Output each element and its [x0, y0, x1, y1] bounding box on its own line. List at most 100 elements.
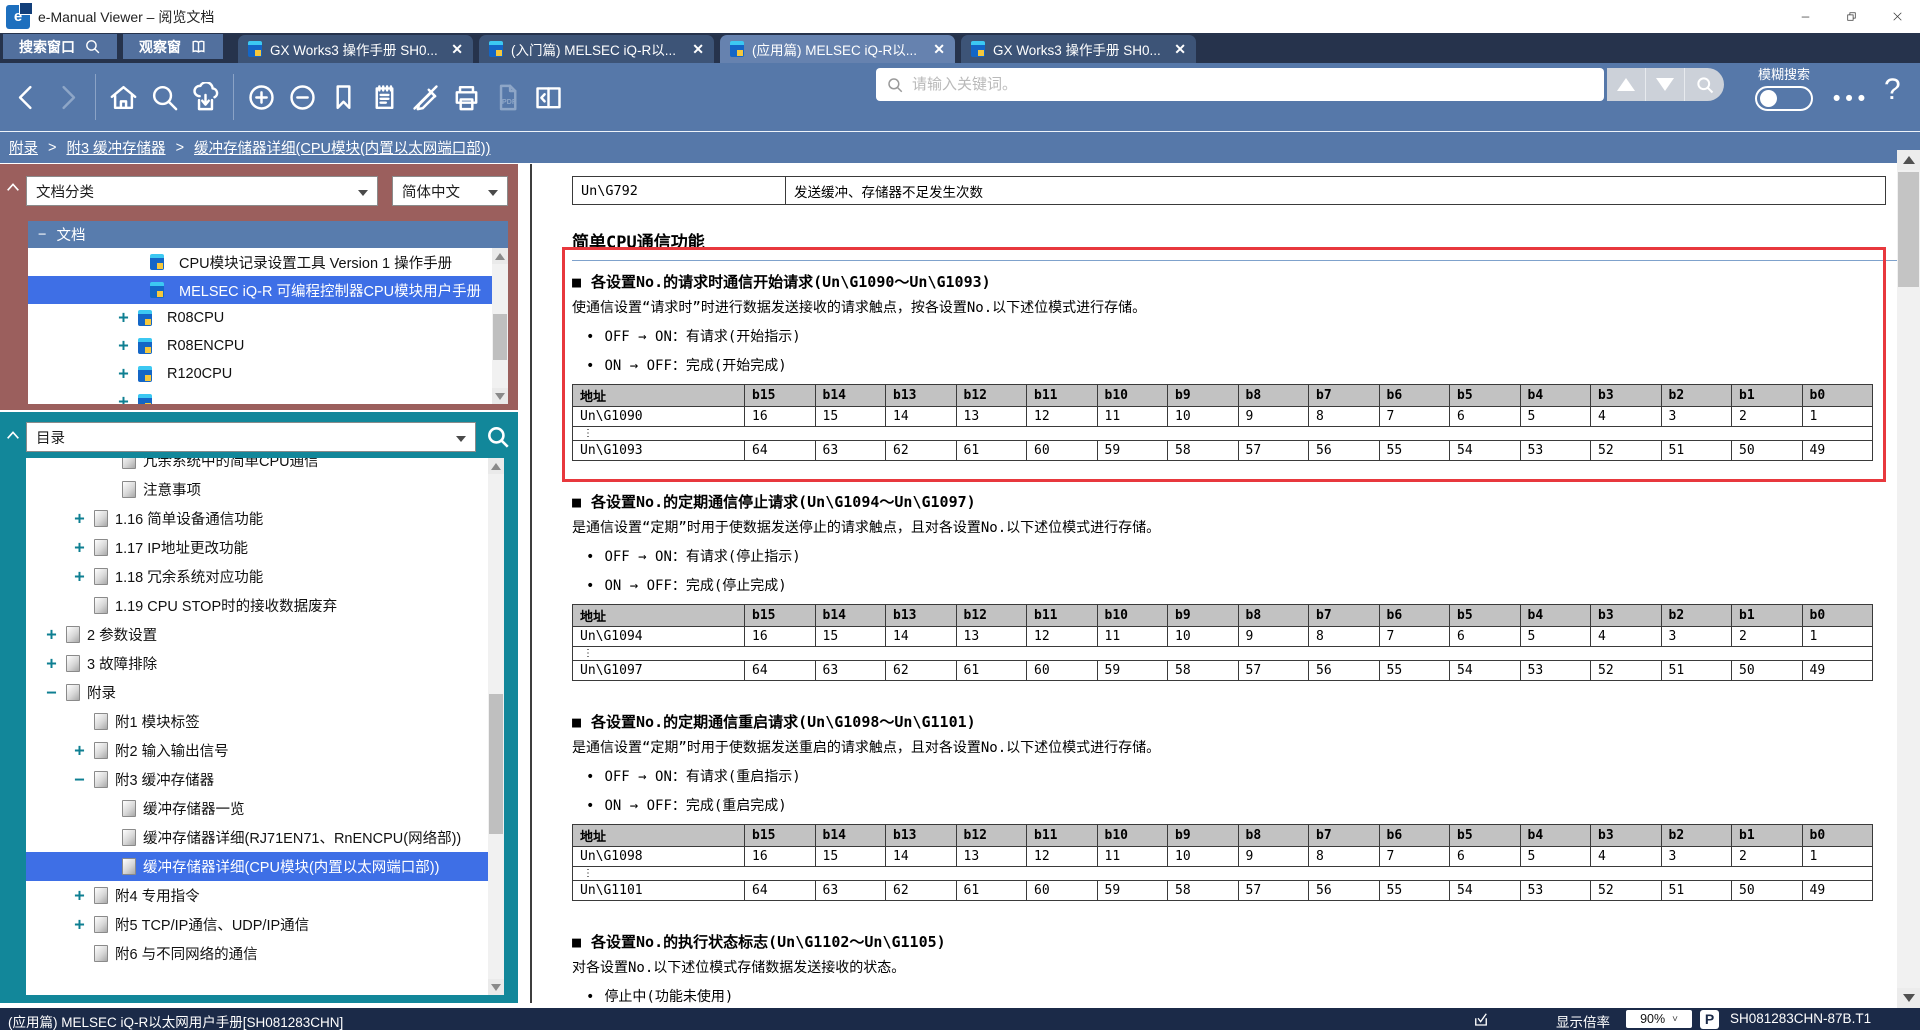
toc-tree-item[interactable]: +附2 输入输出信号 [26, 736, 504, 765]
page-icon [94, 539, 108, 556]
toc-tree-item[interactable]: 附6 与不同网络的通信 [26, 939, 504, 968]
tab-close-icon[interactable]: ✕ [1174, 41, 1186, 58]
expand-toggle-icon[interactable]: + [72, 509, 87, 529]
bit-table-header-cell: b2 [1661, 825, 1732, 847]
toc-tree-item[interactable]: 缓冲存储器详细(RJ71EN71、RnENCPU(网络部)) [26, 823, 504, 852]
panel-tab-watch[interactable]: 观察窗 [123, 34, 223, 59]
print-button[interactable] [446, 74, 487, 120]
toc-tree-item[interactable]: 1.19 CPU STOP时的接收数据废弃 [26, 591, 504, 620]
bit-value-cell: 50 [1732, 881, 1803, 901]
page-icon [94, 887, 108, 904]
toc-tree-item[interactable]: −附3 缓冲存储器 [26, 765, 504, 794]
expand-toggle-icon[interactable]: + [72, 741, 87, 761]
toc-tree-item[interactable]: +2 参数设置 [26, 620, 504, 649]
document-tab[interactable]: (入门篇) MELSEC iQ-R以...✕ [479, 35, 714, 63]
document-tree-header[interactable]: − 文档 [28, 221, 508, 248]
scroll-thumb[interactable] [1898, 172, 1919, 287]
zoom-out-button[interactable] [282, 74, 323, 120]
zoom-ratio-dropdown[interactable]: 90% ˅ [1626, 1010, 1692, 1028]
breadcrumb-link[interactable]: 附录 [9, 137, 38, 158]
doc-tree-item[interactable]: +R08CPU [28, 304, 508, 332]
toc-tree-item[interactable]: −附录 [26, 678, 504, 707]
toc-tree-item[interactable]: +附4 专用指令 [26, 881, 504, 910]
execute-search-button[interactable] [1685, 68, 1724, 101]
annotation-button[interactable] [405, 74, 446, 120]
toc-tree-item[interactable]: +附5 TCP/IP通信、UDP/IP通信 [26, 910, 504, 939]
content-scrollbar[interactable] [1897, 150, 1920, 1008]
home-button[interactable] [103, 74, 144, 120]
doc-tree-item[interactable]: +R120CPU [28, 360, 508, 388]
document-tab[interactable]: GX Works3 操作手册 SH0...✕ [238, 35, 473, 63]
section-bullet: OFF → ON：有请求(重启指示) [586, 766, 1897, 788]
expand-toggle-icon[interactable]: + [116, 364, 131, 384]
document-category-dropdown[interactable]: 文档分类 [26, 176, 378, 206]
expand-toggle-icon[interactable]: − [72, 770, 87, 790]
more-options-icon[interactable]: ••• [1833, 87, 1870, 111]
collapse-panel-button[interactable] [5, 180, 23, 194]
bookmark-button[interactable] [323, 74, 364, 120]
scroll-down-icon[interactable] [488, 979, 504, 995]
document-tab[interactable]: (应用篇) MELSEC iQ-R以...✕ [720, 35, 955, 63]
back-button[interactable] [6, 74, 47, 120]
toc-scrollbar[interactable] [488, 458, 504, 995]
close-button[interactable] [1874, 3, 1920, 31]
find-previous-button[interactable] [1607, 68, 1646, 101]
doc-tree-item[interactable]: CPU模块记录设置工具 Version 1 操作手册 [28, 248, 508, 276]
toc-tree-item[interactable]: +1.18 冗余系统对应功能 [26, 562, 504, 591]
tab-close-icon[interactable]: ✕ [451, 41, 463, 58]
toc-search-button[interactable] [482, 421, 514, 453]
expand-toggle-icon[interactable]: + [72, 886, 87, 906]
toc-tree-item[interactable]: +1.16 简单设备通信功能 [26, 504, 504, 533]
expand-toggle-icon[interactable]: + [72, 915, 87, 935]
keyword-search-input[interactable] [912, 76, 1594, 93]
memo-button[interactable] [364, 74, 405, 120]
fuzzy-search-toggle[interactable] [1755, 86, 1813, 111]
download-button[interactable] [185, 74, 226, 120]
expand-toggle-icon[interactable]: + [44, 625, 59, 645]
zoom-in-button[interactable] [241, 74, 282, 120]
toc-tree-item[interactable]: 附1 模块标签 [26, 707, 504, 736]
scroll-up-icon[interactable] [488, 458, 504, 474]
scroll-thumb[interactable] [489, 694, 503, 834]
tab-close-icon[interactable]: ✕ [933, 41, 945, 58]
toc-tree-item[interactable]: 注意事项 [26, 475, 504, 504]
expand-toggle-icon[interactable]: + [72, 538, 87, 558]
doc-tree-item[interactable]: + [28, 388, 508, 404]
expand-toggle-icon[interactable]: + [44, 654, 59, 674]
scroll-thumb[interactable] [493, 314, 507, 361]
expand-toggle-icon[interactable]: + [72, 567, 87, 587]
scroll-down-icon[interactable] [1897, 988, 1920, 1008]
toc-tree-item[interactable]: 缓冲存储器一览 [26, 794, 504, 823]
scroll-down-icon[interactable] [492, 388, 508, 404]
search-button[interactable] [144, 74, 185, 120]
collapse-panel-button[interactable] [5, 428, 23, 442]
restore-button[interactable] [1828, 3, 1874, 31]
language-dropdown[interactable]: 简体中文 [392, 176, 508, 206]
breadcrumb-link[interactable]: 附3 缓冲存储器 [66, 137, 165, 158]
expand-toggle-icon[interactable]: − [44, 683, 59, 703]
toc-dropdown[interactable]: 目录 [26, 422, 476, 452]
toc-tree-item[interactable]: +1.17 IP地址更改功能 [26, 533, 504, 562]
expand-toggle-icon[interactable]: + [116, 392, 131, 404]
help-icon[interactable]: ? [1884, 73, 1901, 107]
panel-tab-search[interactable]: 搜索窗口 [3, 34, 117, 59]
document-tab[interactable]: GX Works3 操作手册 SH0...✕ [961, 35, 1196, 63]
toc-tree-item[interactable]: +3 故障排除 [26, 649, 504, 678]
scroll-up-icon[interactable] [1897, 150, 1920, 170]
tab-close-icon[interactable]: ✕ [692, 41, 704, 58]
minimize-button[interactable] [1782, 3, 1828, 31]
update-check-icon[interactable] [1472, 1010, 1490, 1031]
expand-toggle-icon[interactable]: + [116, 336, 131, 356]
toc-tree-item[interactable]: 缓冲存储器详细(CPU模块(内置以太网端口部)) [26, 852, 504, 881]
fuzzy-search-control: 模糊搜索 [1752, 64, 1816, 111]
toc-tree-item[interactable]: 冗余系统中的简单CPU通信 [26, 458, 504, 475]
scroll-up-icon[interactable] [492, 248, 508, 264]
doc-tree-item[interactable]: MELSEC iQ-R 可编程控制器CPU模块用户手册 [28, 276, 508, 304]
breadcrumb-link[interactable]: 缓冲存储器详细(CPU模块(内置以太网端口部)) [194, 137, 490, 158]
doc-tree-item[interactable]: +R08ENCPU [28, 332, 508, 360]
page-view-button[interactable] [528, 74, 569, 120]
document-tree-scrollbar[interactable] [492, 248, 508, 404]
bit-table-header-cell: b5 [1450, 385, 1521, 407]
find-next-button[interactable] [1646, 68, 1685, 101]
expand-toggle-icon[interactable]: + [116, 308, 131, 328]
